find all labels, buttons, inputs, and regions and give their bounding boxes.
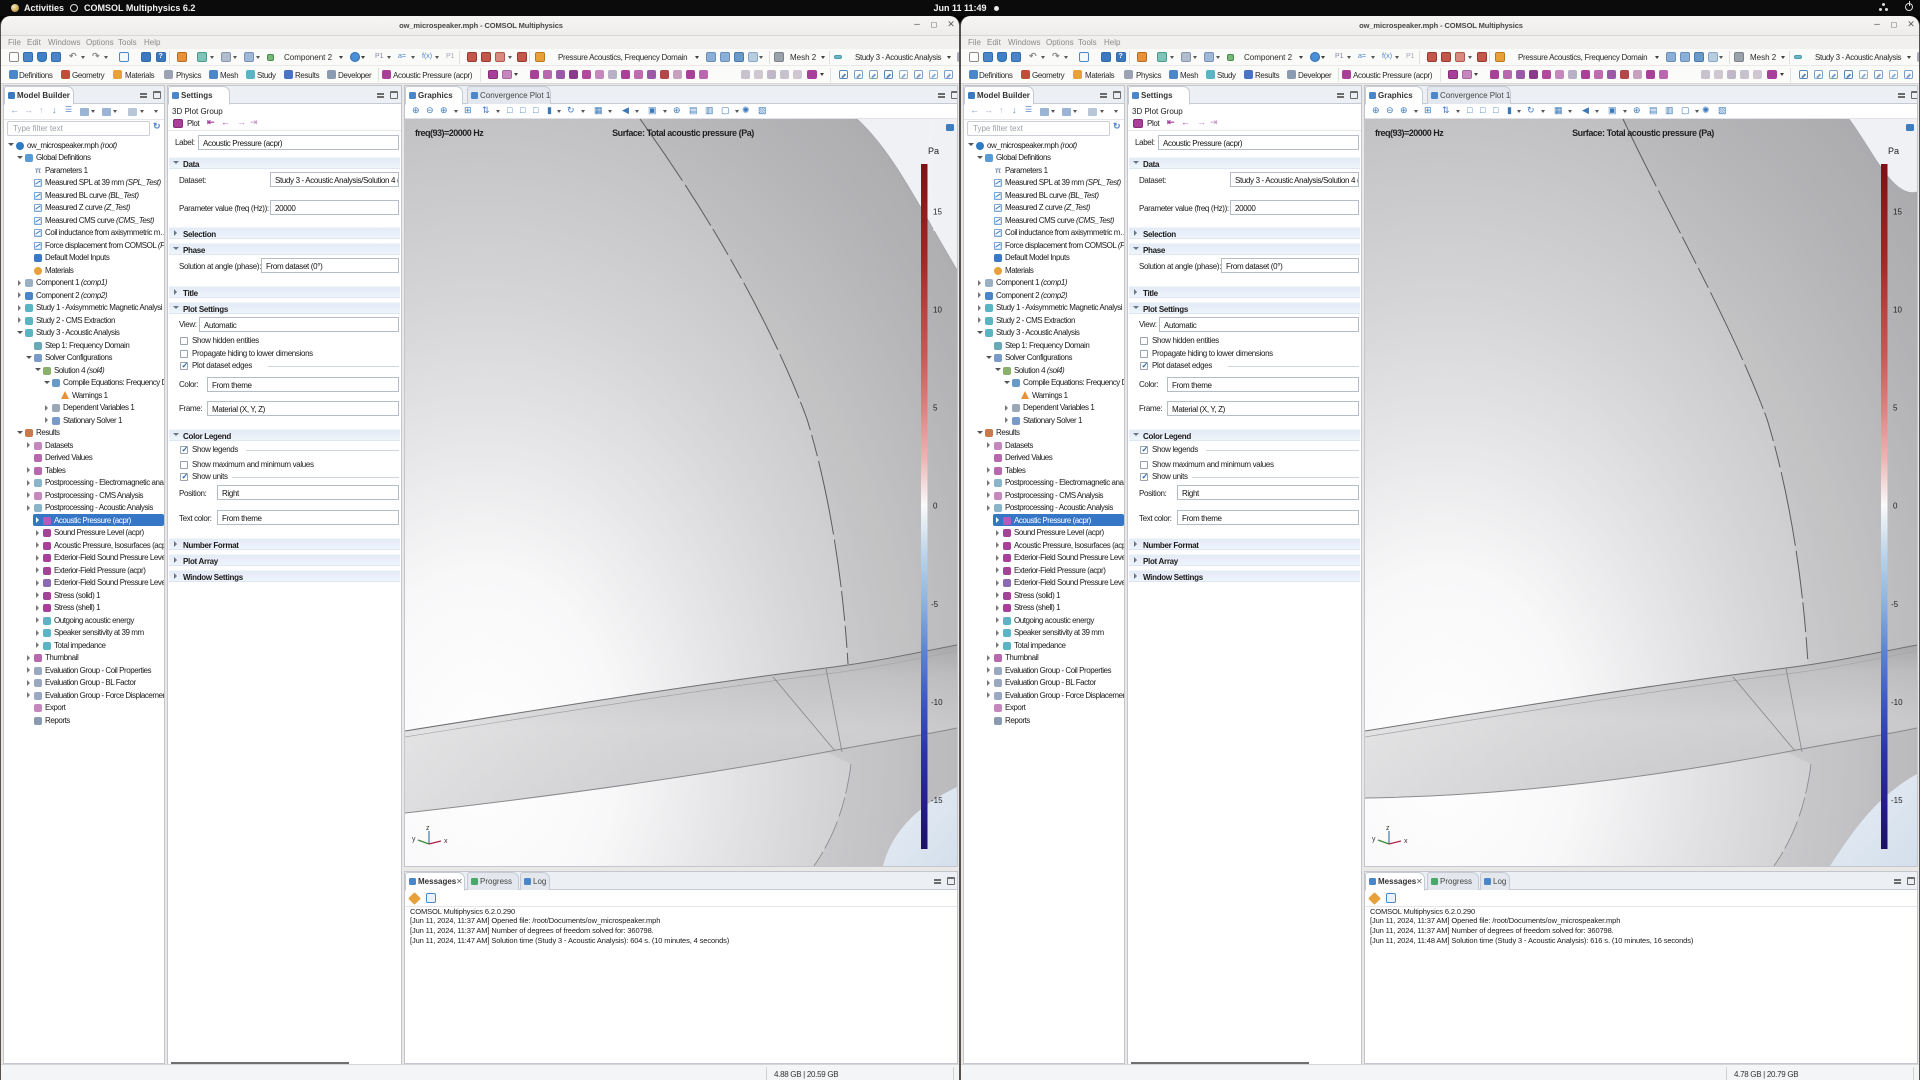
svg-text:-5: -5 xyxy=(1891,600,1899,609)
svg-text:freq(93)=20000 Hz: freq(93)=20000 Hz xyxy=(1375,128,1444,138)
svg-text:5: 5 xyxy=(1893,404,1898,413)
svg-text:Pa: Pa xyxy=(1888,146,1899,156)
svg-text:5: 5 xyxy=(933,404,938,413)
svg-text:y: y xyxy=(412,836,416,843)
svg-text:0: 0 xyxy=(933,502,938,511)
svg-text:10: 10 xyxy=(1893,306,1902,315)
svg-text:y: y xyxy=(1372,836,1376,843)
svg-text:15: 15 xyxy=(1893,208,1902,217)
svg-text:-10: -10 xyxy=(1891,698,1903,707)
svg-text:15: 15 xyxy=(933,208,942,217)
svg-text:freq(93)=20000 Hz: freq(93)=20000 Hz xyxy=(415,128,484,138)
svg-text:-10: -10 xyxy=(931,698,943,707)
svg-text:z: z xyxy=(1386,825,1390,832)
svg-text:10: 10 xyxy=(933,306,942,315)
svg-text:-5: -5 xyxy=(931,600,939,609)
svg-text:0: 0 xyxy=(1893,502,1898,511)
svg-text:-15: -15 xyxy=(931,796,943,805)
svg-text:x: x xyxy=(444,838,448,845)
svg-text:Surface: Total acoustic pressu: Surface: Total acoustic pressure (Pa) xyxy=(1572,128,1714,138)
svg-text:Surface: Total acoustic pressu: Surface: Total acoustic pressure (Pa) xyxy=(612,128,754,138)
svg-text:Pa: Pa xyxy=(928,146,939,156)
svg-text:z: z xyxy=(426,825,430,832)
svg-text:-15: -15 xyxy=(1891,796,1903,805)
svg-text:x: x xyxy=(1404,838,1408,845)
